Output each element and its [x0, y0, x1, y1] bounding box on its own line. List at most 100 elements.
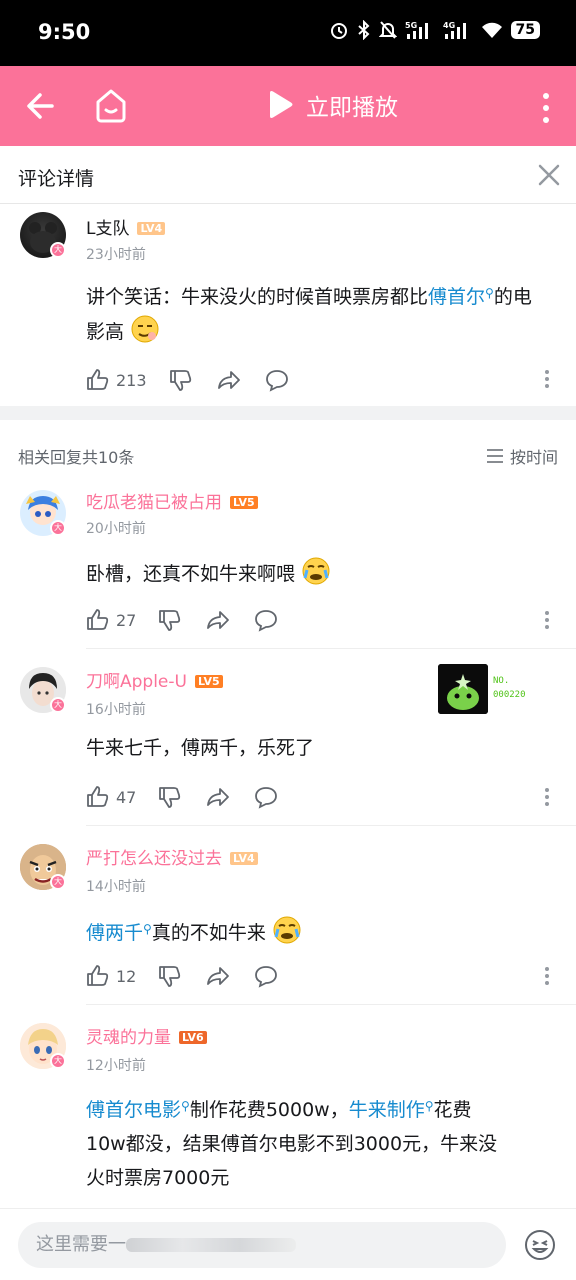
blurred-placeholder	[126, 1238, 296, 1252]
page-title: 评论详情	[18, 168, 95, 190]
battery-indicator: 75	[510, 21, 540, 39]
comment-time: 12小时前	[86, 1058, 146, 1074]
reply-item: 大 吃瓜老猫已被占用 LV5 20小时前 卧槽，还真不如牛来啊喂 27	[0, 486, 576, 648]
search-link[interactable]: 傅首尔电影⚲	[86, 1099, 190, 1121]
mute-icon	[378, 21, 397, 39]
comment-detail-header: 评论详情	[0, 146, 576, 204]
comment-time: 14小时前	[86, 879, 146, 895]
like-count: 12	[116, 966, 137, 986]
play-icon	[270, 91, 293, 118]
signal-4g-icon: 4G	[443, 21, 466, 39]
reply-icon[interactable]	[254, 785, 278, 809]
comment-text: 牛来七千，傅两千，乐死了	[86, 737, 315, 759]
dislike-icon[interactable]	[158, 964, 182, 988]
like-icon[interactable]	[86, 368, 110, 392]
emoji-icon[interactable]	[524, 1229, 556, 1261]
comment-actions: 12	[86, 964, 278, 988]
comment-time: 16小时前	[86, 702, 146, 718]
reply-icon[interactable]	[254, 964, 278, 988]
comment-text: 傅首尔电影⚲制作花费5000w，牛来制作⚲花费 10w都没，结果傅首尔电影不到3…	[86, 1099, 498, 1189]
comment-time: 20小时前	[86, 521, 146, 537]
home-icon[interactable]	[92, 84, 130, 126]
reply-input[interactable]: 这里需要一	[18, 1222, 506, 1268]
reply-item: 大 灵魂的力量 LV6 12小时前 傅首尔电影⚲制作花费5000w，牛来制作⚲花费…	[0, 1005, 576, 1208]
share-icon[interactable]	[206, 608, 230, 632]
like-count: 213	[116, 370, 147, 390]
search-link[interactable]: 牛来制作⚲	[349, 1099, 434, 1121]
level-badge: LV5	[230, 496, 258, 509]
play-now-button[interactable]: 立即播放	[266, 88, 398, 122]
comment-text: 卧槽，还真不如牛来啊喂	[86, 556, 546, 591]
reply-icon[interactable]	[254, 608, 278, 632]
like-icon[interactable]	[86, 785, 110, 809]
more-vertical-icon[interactable]	[536, 88, 556, 128]
bluetooth-icon	[357, 20, 369, 40]
comment-time: 23小时前	[86, 247, 146, 263]
svg-text:5G: 5G	[405, 21, 417, 30]
comment-text: 讲个笑话：牛来没火的时候首映票房都比傅首尔⚲的电影高	[86, 286, 532, 343]
username[interactable]: 吃瓜老猫已被占用 LV5	[86, 488, 258, 513]
search-icon: ⚲	[424, 1099, 434, 1113]
alarm-icon	[330, 23, 347, 39]
like-count: 27	[116, 610, 137, 630]
input-placeholder: 这里需要一	[36, 1234, 126, 1255]
share-icon[interactable]	[206, 785, 230, 809]
comment-actions: 27	[86, 608, 278, 632]
sort-icon	[486, 449, 503, 463]
section-separator	[0, 406, 576, 420]
comment-actions: 47	[86, 785, 278, 809]
fan-card-number: NO. 000220	[493, 676, 526, 700]
reply-input-bar: 这里需要一	[0, 1208, 576, 1280]
vip-badge: 大	[50, 520, 66, 536]
like-icon[interactable]	[86, 964, 110, 988]
close-icon[interactable]	[534, 160, 564, 190]
back-arrow-icon[interactable]	[24, 86, 60, 126]
reply-item: 大 严打怎么还没过去 LV4 14小时前 傅两千⚲真的不如牛来 12	[0, 826, 576, 1004]
search-link[interactable]: 傅首尔⚲	[428, 286, 494, 308]
dislike-icon[interactable]	[169, 368, 193, 392]
username[interactable]: 严打怎么还没过去 LV4	[86, 844, 258, 869]
wifi-icon	[481, 22, 502, 38]
comment-more-icon[interactable]	[544, 610, 550, 630]
like-icon[interactable]	[86, 608, 110, 632]
signal-5g-icon: 5G	[405, 21, 428, 39]
share-icon[interactable]	[206, 964, 230, 988]
fan-card[interactable]: NO. 000220	[438, 664, 550, 714]
like-count: 47	[116, 787, 137, 807]
status-bar: 9:50 5G 4G 75	[0, 0, 576, 66]
level-badge: LV6	[179, 1031, 207, 1044]
emoji-cry-icon	[273, 916, 301, 944]
level-badge: LV5	[194, 675, 223, 688]
vip-badge: 大	[50, 242, 66, 258]
username[interactable]: L支队 LV4	[86, 214, 166, 239]
emoji-smirk-icon	[131, 315, 159, 343]
comment-more-icon[interactable]	[544, 787, 550, 807]
share-icon[interactable]	[217, 368, 241, 392]
sort-button[interactable]: 按时间	[486, 444, 558, 468]
dislike-icon[interactable]	[158, 785, 182, 809]
comment-actions: 213	[86, 368, 289, 392]
comment-text: 傅两千⚲真的不如牛来	[86, 912, 546, 950]
app-bar: 立即播放	[0, 66, 576, 146]
search-icon: ⚲	[143, 922, 152, 936]
username[interactable]: 刀啊Apple-U LV5	[86, 667, 223, 692]
search-link[interactable]: 傅两千⚲	[86, 922, 152, 944]
vip-badge: 大	[50, 874, 66, 890]
sort-label: 按时间	[509, 448, 558, 467]
search-icon: ⚲	[181, 1099, 190, 1113]
username[interactable]: 灵魂的力量 LV6	[86, 1023, 207, 1048]
emoji-cry-icon	[302, 557, 330, 585]
dislike-icon[interactable]	[158, 608, 182, 632]
replies-header: 相关回复共10条 按时间	[0, 420, 576, 486]
play-now-label: 立即播放	[306, 95, 398, 121]
status-icons: 5G 4G 75	[329, 20, 540, 40]
comment-more-icon[interactable]	[544, 369, 550, 389]
fan-card-image	[438, 664, 488, 714]
reply-icon[interactable]	[265, 368, 289, 392]
level-badge: LV4	[230, 852, 258, 865]
reply-count: 相关回复共10条	[18, 448, 135, 467]
comment-more-icon[interactable]	[544, 966, 550, 986]
vip-badge: 大	[50, 697, 66, 713]
search-icon: ⚲	[485, 286, 494, 300]
vip-badge: 大	[50, 1053, 66, 1069]
